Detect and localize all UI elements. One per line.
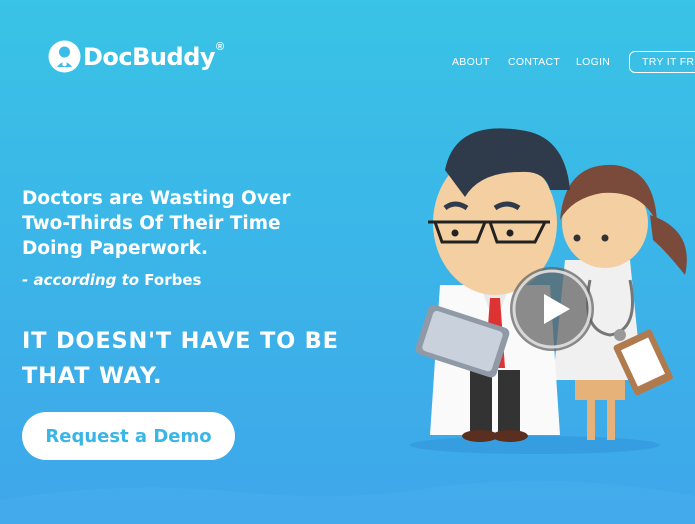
play-icon [512,269,592,349]
hero-headline: Doctors are Wasting Over Two-Thirds Of T… [22,188,291,259]
docbuddy-logo-icon [48,40,81,73]
try-it-free-button[interactable]: TRY IT FREE [629,51,695,73]
request-demo-button[interactable]: Request a Demo [22,412,235,460]
hero-attribution: - according to Forbes [22,271,201,289]
logo[interactable]: DocBuddy ® [48,40,224,73]
attribution-source: Forbes [144,271,202,289]
nav-login[interactable]: LOGIN [576,56,610,68]
registered-mark: ® [216,40,225,53]
nav-about[interactable]: ABOUT [452,56,490,68]
nav-contact[interactable]: CONTACT [508,56,560,68]
hero-tagline: IT DOESN'T HAVE TO BE THAT WAY. [22,328,339,389]
bottom-wave-decoration [0,480,695,524]
attribution-prefix: - according to [22,271,140,289]
video-play-button[interactable] [510,267,594,351]
brand-name: DocBuddy [83,42,216,71]
